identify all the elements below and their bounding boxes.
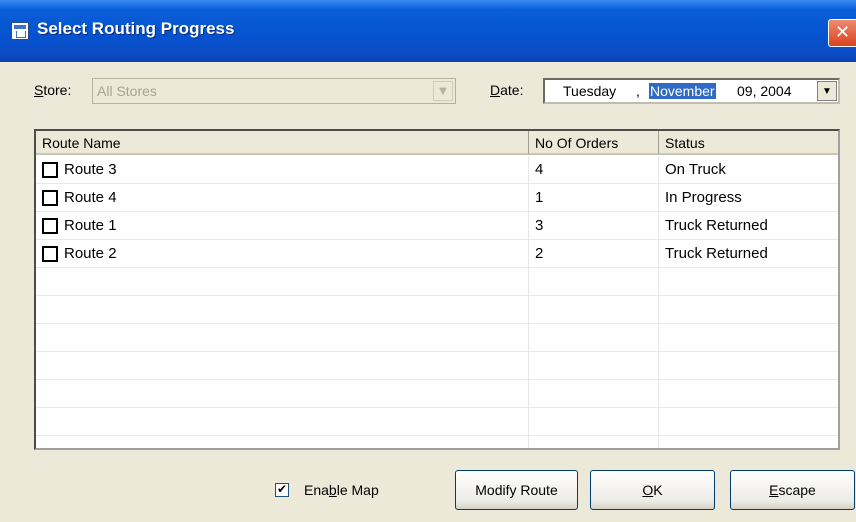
route-status: Truck Returned bbox=[665, 217, 768, 234]
empty-row bbox=[36, 324, 838, 352]
enable-map-checkbox[interactable]: ✔ bbox=[275, 483, 289, 497]
route-checkbox[interactable] bbox=[42, 246, 58, 262]
route-status: In Progress bbox=[665, 189, 742, 206]
column-route-name[interactable]: Route Name bbox=[36, 131, 529, 155]
route-checkbox[interactable] bbox=[42, 162, 58, 178]
empty-row bbox=[36, 436, 838, 448]
close-icon[interactable]: ✕ bbox=[828, 19, 856, 47]
ok-button[interactable]: OK bbox=[590, 470, 715, 510]
route-orders: 4 bbox=[535, 161, 544, 178]
date-separator: , bbox=[636, 83, 640, 99]
table-row[interactable]: Route 4 1 In Progress bbox=[36, 184, 838, 212]
route-checkbox[interactable] bbox=[42, 218, 58, 234]
date-month[interactable]: November bbox=[649, 83, 716, 99]
route-orders: 3 bbox=[535, 217, 544, 234]
escape-button[interactable]: Escape bbox=[730, 470, 855, 510]
routes-list[interactable]: Route Name No Of Orders Status Route 3 4… bbox=[34, 129, 840, 450]
column-status[interactable]: Status bbox=[659, 131, 838, 155]
route-status: On Truck bbox=[665, 161, 726, 178]
route-orders: 1 bbox=[535, 189, 544, 206]
store-label: Store: bbox=[34, 82, 72, 98]
route-checkbox[interactable] bbox=[42, 190, 58, 206]
modify-route-button[interactable]: Modify Route bbox=[455, 470, 578, 510]
empty-row bbox=[36, 268, 838, 296]
table-row[interactable]: Route 2 2 Truck Returned bbox=[36, 240, 838, 268]
chevron-down-icon[interactable]: ▼ bbox=[817, 81, 837, 101]
empty-row bbox=[36, 296, 838, 324]
form-icon bbox=[11, 22, 29, 40]
date-picker[interactable]: Tuesday , November 09, 2004 ▼ bbox=[543, 78, 840, 104]
date-day-year[interactable]: 09, 2004 bbox=[737, 83, 792, 99]
empty-row bbox=[36, 352, 838, 380]
store-dropdown: All Stores ▼ bbox=[92, 78, 456, 104]
route-name: Route 3 bbox=[64, 161, 117, 178]
enable-map-label[interactable]: Enable Map bbox=[304, 482, 379, 498]
route-name: Route 4 bbox=[64, 189, 117, 206]
route-status: Truck Returned bbox=[665, 245, 768, 262]
title-bar[interactable]: Select Routing Progress ✕ bbox=[0, 0, 856, 62]
table-header: Route Name No Of Orders Status bbox=[36, 131, 838, 155]
route-orders: 2 bbox=[535, 245, 544, 262]
empty-row bbox=[36, 408, 838, 436]
date-label: Date: bbox=[490, 82, 524, 98]
chevron-down-icon: ▼ bbox=[433, 81, 453, 101]
empty-row bbox=[36, 380, 838, 408]
store-value: All Stores bbox=[97, 83, 157, 99]
column-no-of-orders[interactable]: No Of Orders bbox=[529, 131, 659, 155]
date-weekday[interactable]: Tuesday bbox=[563, 83, 616, 99]
route-name: Route 1 bbox=[64, 217, 117, 234]
route-name: Route 2 bbox=[64, 245, 117, 262]
table-row[interactable]: Route 3 4 On Truck bbox=[36, 156, 838, 184]
dialog-window: Select Routing Progress ✕ Store: All Sto… bbox=[0, 0, 856, 522]
window-title: Select Routing Progress bbox=[37, 19, 235, 38]
table-row[interactable]: Route 1 3 Truck Returned bbox=[36, 212, 838, 240]
